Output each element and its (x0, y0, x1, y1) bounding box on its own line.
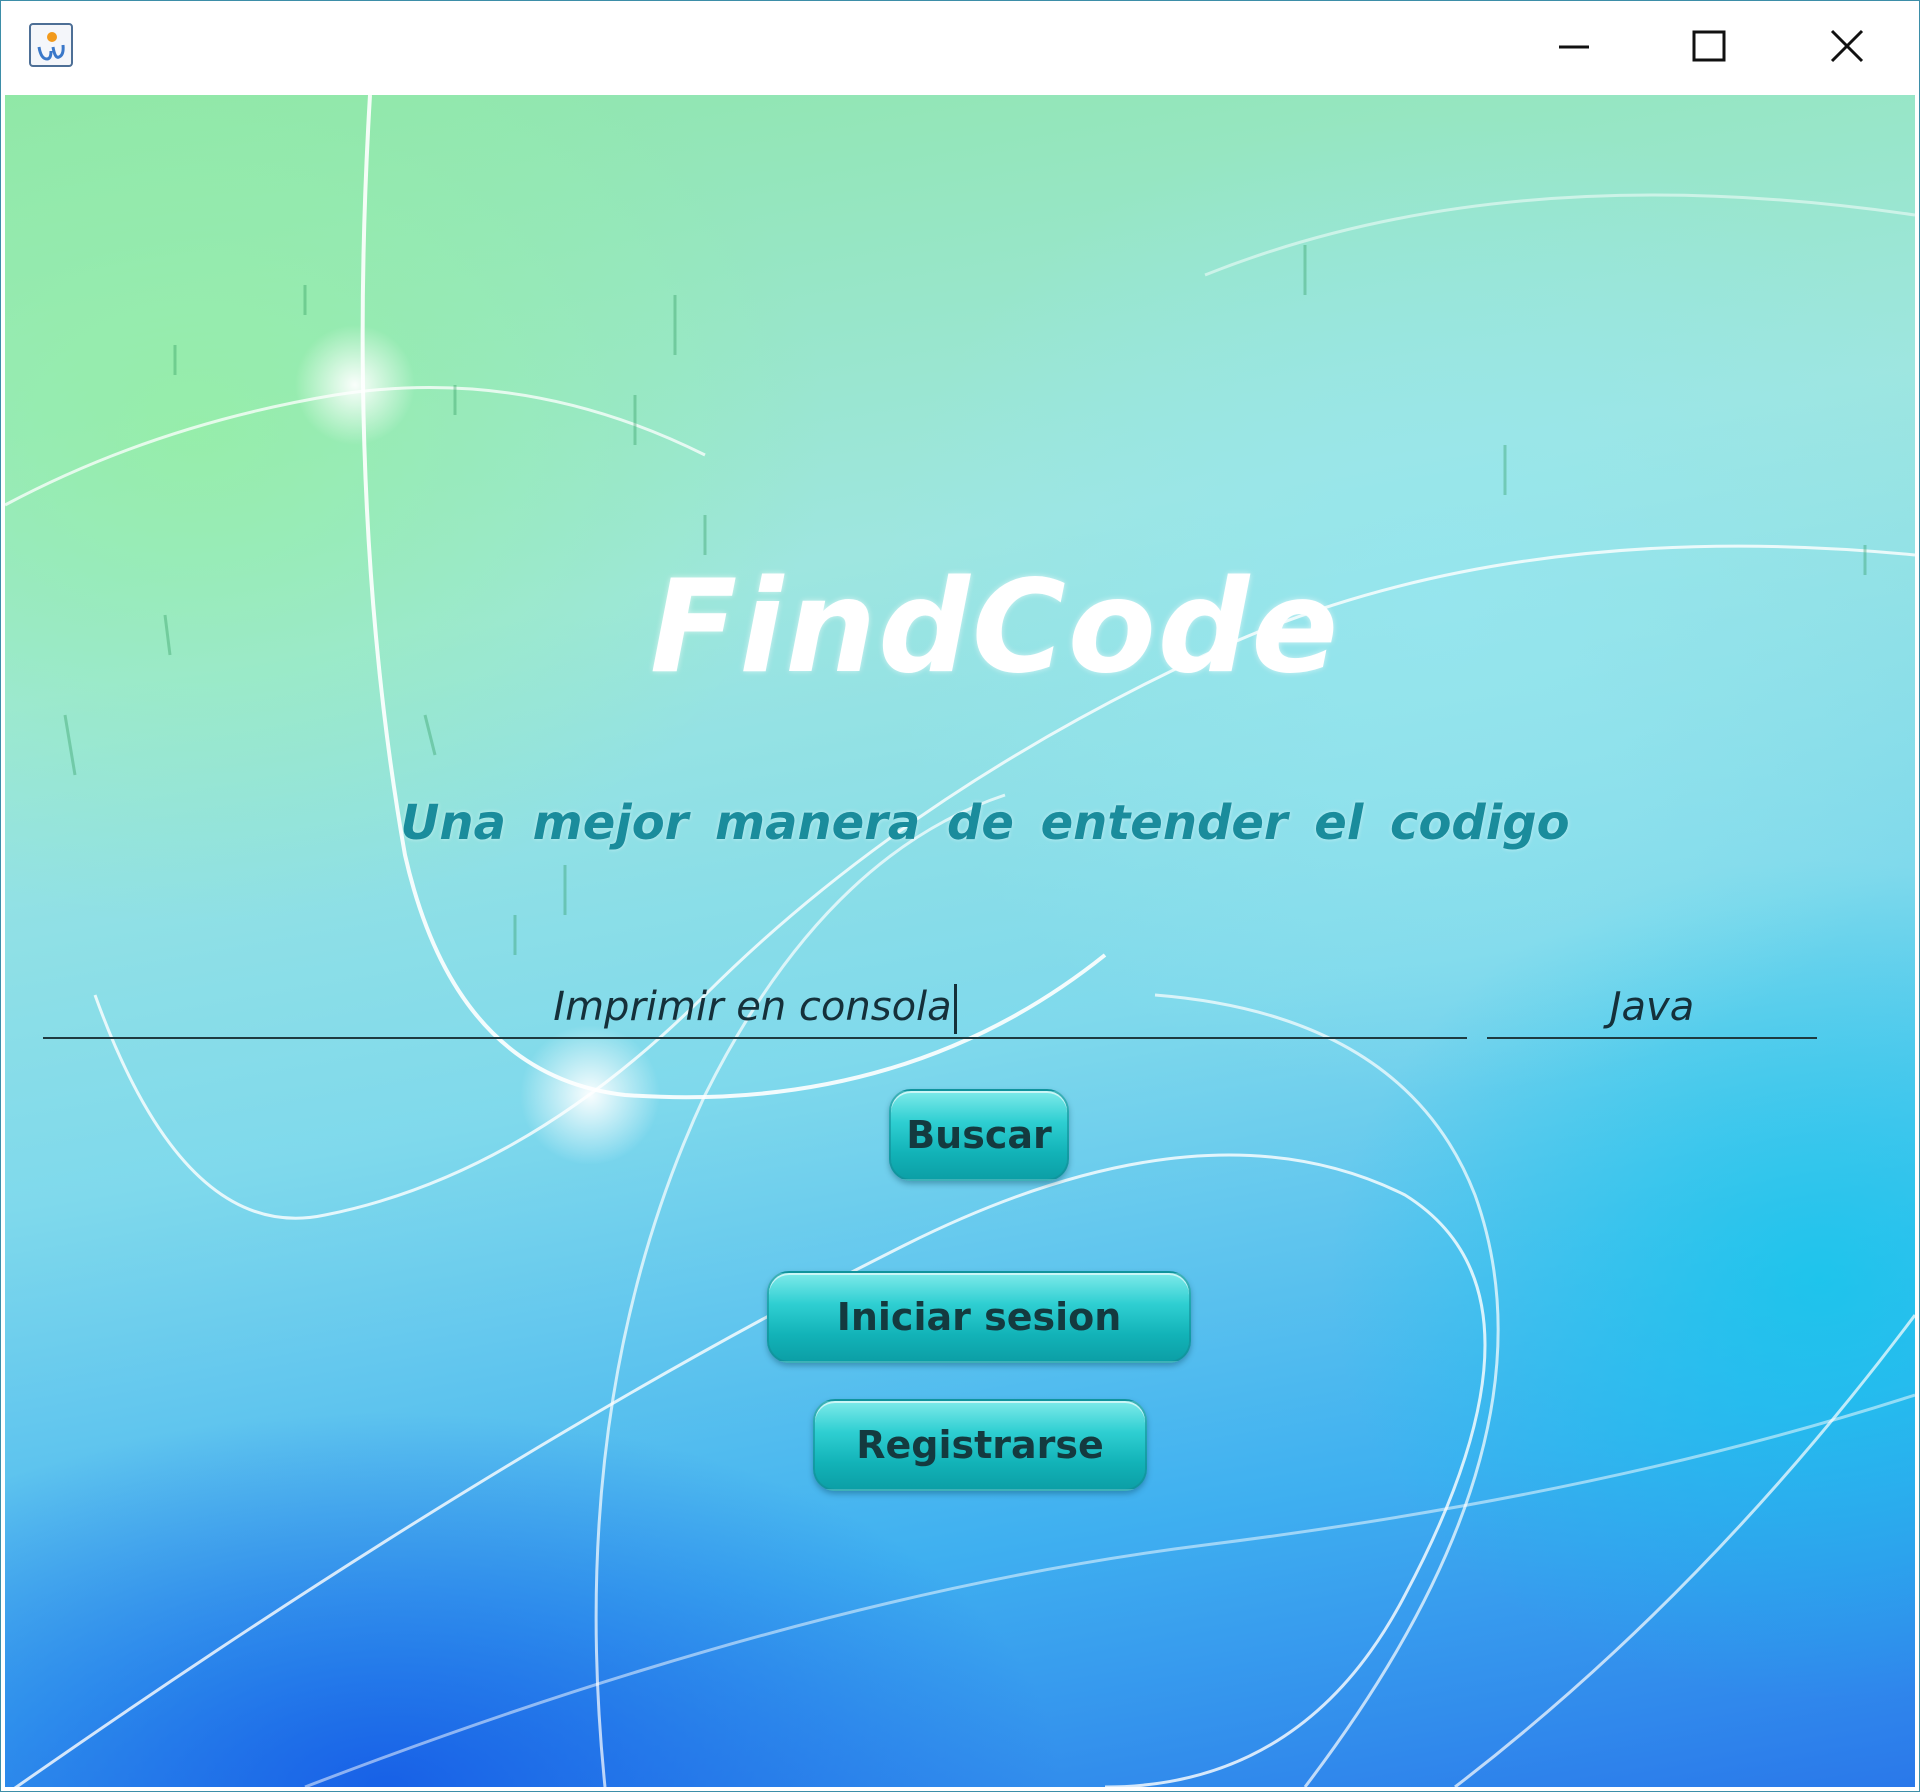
search-input-text[interactable]: Imprimir en consola (43, 977, 1467, 1037)
language-input-value[interactable]: Java (1487, 977, 1817, 1037)
maximize-icon (1692, 30, 1726, 62)
java-app-icon[interactable] (29, 23, 73, 67)
close-icon (1830, 29, 1864, 63)
app-window: FindCode Una mejor manera de entender el… (0, 0, 1920, 1792)
search-input-value: Imprimir en consola (553, 984, 952, 1030)
background-swirl-image (5, 95, 1915, 1787)
app-subtitle: Una mejor manera de entender el codigo (400, 795, 1570, 851)
app-title: FindCode (649, 553, 1341, 702)
language-input[interactable]: Java (1487, 977, 1817, 1039)
search-input[interactable]: Imprimir en consola (43, 977, 1467, 1039)
close-button[interactable] (1779, 1, 1917, 93)
register-button[interactable]: Registrarse (813, 1399, 1147, 1491)
maximize-button[interactable] (1641, 1, 1779, 93)
minimize-icon (1559, 45, 1589, 49)
text-caret (953, 984, 957, 1034)
minimize-button[interactable] (1505, 1, 1643, 93)
title-bar[interactable] (1, 1, 1919, 93)
search-button[interactable]: Buscar (889, 1089, 1069, 1181)
login-button[interactable]: Iniciar sesion (767, 1271, 1191, 1363)
main-panel: FindCode Una mejor manera de entender el… (5, 95, 1915, 1787)
